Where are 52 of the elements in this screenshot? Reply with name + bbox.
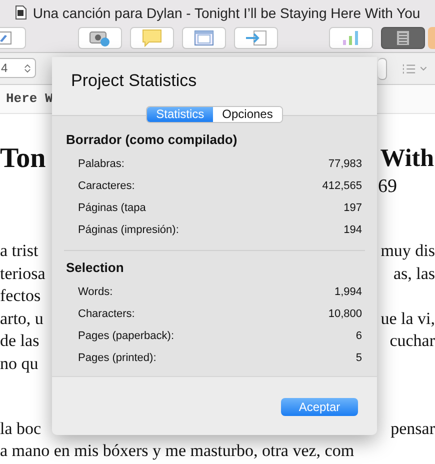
stat-label: Páginas (tapa bbox=[78, 201, 146, 216]
subtitle-text: 69 bbox=[378, 175, 397, 199]
body-text: de las bbox=[0, 330, 40, 352]
font-size-stepper[interactable]: 4 bbox=[0, 58, 36, 78]
stats-button[interactable] bbox=[329, 27, 373, 49]
chapter-title-text: With bbox=[380, 144, 434, 174]
stat-value: 194 bbox=[344, 223, 362, 238]
body-text: a trist bbox=[0, 240, 38, 262]
stat-value: 197 bbox=[344, 201, 362, 216]
body-text: no qu bbox=[0, 352, 38, 375]
stat-value: 412,565 bbox=[322, 179, 362, 194]
pencil-icon bbox=[0, 31, 12, 45]
body-text: teriosa bbox=[0, 262, 46, 285]
document-icon bbox=[14, 5, 27, 20]
body-text: ue la vi, bbox=[380, 308, 435, 330]
stat-label: Palabras: bbox=[78, 157, 124, 172]
arrow-into-page-icon bbox=[245, 30, 267, 46]
body-text: a mano en mis bóxers y me masturbo, otra vez, com bbox=[0, 440, 354, 462]
stat-label: Pages (paperback): bbox=[78, 329, 174, 344]
stepper-arrows-icon bbox=[24, 62, 31, 74]
snapshot-button[interactable] bbox=[78, 27, 122, 49]
stat-value: 6 bbox=[356, 329, 362, 344]
comment-button[interactable] bbox=[130, 27, 174, 49]
stat-label: Caracteres: bbox=[78, 179, 135, 194]
stat-value: 5 bbox=[356, 351, 362, 366]
bar-chart-icon bbox=[341, 30, 361, 46]
section-heading: Selection bbox=[66, 260, 125, 276]
body-text: as, las bbox=[393, 262, 435, 285]
chapter-title-text: Ton bbox=[0, 143, 46, 175]
body-text: arto, u bbox=[0, 308, 44, 330]
import-button[interactable] bbox=[234, 27, 278, 49]
stat-value: 10,800 bbox=[328, 307, 362, 322]
section-heading: Borrador (como compilado) bbox=[66, 132, 238, 148]
document-button[interactable] bbox=[381, 27, 425, 49]
body-text: la boc bbox=[0, 418, 42, 440]
stat-label: Words: bbox=[78, 285, 113, 300]
stat-label: Páginas (impresión): bbox=[78, 223, 179, 238]
layout-button[interactable] bbox=[182, 27, 226, 49]
window-icon bbox=[194, 30, 214, 46]
stat-label: Pages (printed): bbox=[78, 351, 156, 366]
stepper[interactable] bbox=[378, 58, 387, 80]
body-text: fectos bbox=[0, 285, 41, 308]
body-text: cuchar bbox=[390, 330, 435, 352]
camera-icon bbox=[89, 29, 111, 47]
stat-value: 1,994 bbox=[334, 285, 362, 300]
body-text: pensar bbox=[390, 418, 435, 440]
window-title: Una canción para Dylan - Tonight I’ll be Staying Here With You bbox=[32, 4, 420, 20]
speech-bubble-icon bbox=[142, 29, 162, 47]
body-text: muy dis bbox=[380, 240, 435, 262]
lines-icon bbox=[396, 30, 410, 46]
stat-value: 77,983 bbox=[328, 157, 362, 172]
stat-label: Characters: bbox=[78, 307, 135, 322]
